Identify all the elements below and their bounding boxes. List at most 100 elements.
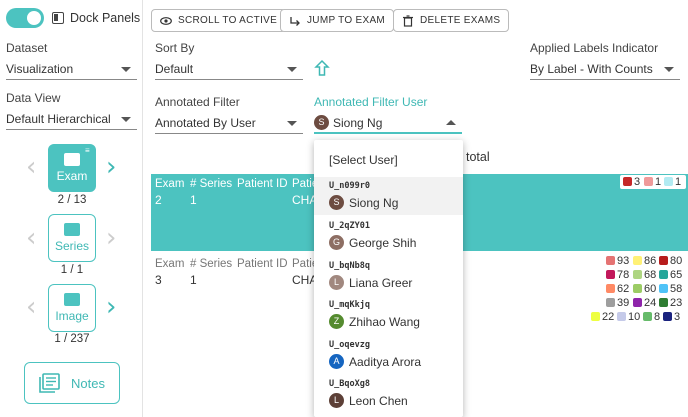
select-user-placeholder: [Select User]	[329, 153, 398, 167]
select-underline	[155, 79, 303, 80]
dropdown-option-user[interactable]: U_n099r0 S Siong Ng	[314, 177, 463, 215]
sort-by-value: Default	[155, 62, 194, 76]
avatar: S	[329, 195, 344, 210]
header-patient-id: Patient ID	[237, 258, 288, 270]
exam-card-icon	[64, 153, 80, 166]
avatar: G	[329, 235, 344, 250]
dataview-select[interactable]: Default Hierarchical	[6, 108, 137, 130]
delete-exams-button[interactable]: DELETE EXAMS	[393, 9, 510, 32]
label-swatch	[633, 270, 642, 279]
label-swatch	[659, 256, 668, 265]
label-swatch	[644, 177, 653, 186]
select-underline-focused	[314, 132, 462, 134]
annotated-filter-select[interactable]: Annotated By User	[155, 112, 303, 134]
label-swatch	[623, 177, 632, 186]
dropdown-option-user[interactable]: U_BqoXg8 L Leon Chen	[314, 375, 463, 415]
avatar: Z	[329, 314, 344, 329]
avatar: L	[329, 275, 344, 290]
user-dropdown-menu: [Select User] U_n099r0 S Siong Ng U_2qZY…	[314, 140, 463, 417]
dropdown-option-user[interactable]: U_2qZY01 G George Shih	[314, 217, 463, 255]
label-count: 62	[617, 283, 630, 295]
trash-icon	[403, 15, 413, 27]
label-swatch	[643, 312, 652, 321]
series-tile-label: Series	[54, 239, 89, 253]
label-counts-row-1: 3 1 1	[620, 175, 686, 189]
eye-icon	[160, 17, 172, 25]
notes-icon	[39, 373, 60, 393]
notes-button[interactable]: Notes	[24, 362, 120, 404]
label-count: 1	[675, 176, 682, 188]
label-count: 68	[644, 269, 657, 281]
label-count: 58	[670, 283, 683, 295]
label-swatch	[606, 298, 615, 307]
cell-exam: 3	[155, 273, 162, 287]
jump-to-exam-label: JUMP TO EXAM	[307, 15, 386, 26]
dataview-label: Data View	[6, 91, 61, 105]
next-exam-button[interactable]: ›	[106, 154, 116, 180]
dataview-value: Default Hierarchical	[6, 112, 111, 126]
label-count: 39	[617, 297, 630, 309]
label-swatch	[659, 270, 668, 279]
header-series: # Series	[190, 178, 233, 190]
user-id: U_2qZY01	[329, 221, 370, 231]
scroll-to-active-button[interactable]: SCROLL TO ACTIVE	[151, 9, 287, 32]
label-count: 65	[670, 269, 683, 281]
applied-labels-select[interactable]: By Label - With Counts	[530, 58, 680, 80]
select-underline	[530, 79, 680, 80]
cell-series: 1	[190, 273, 197, 287]
user-name: Leon Chen	[349, 394, 408, 408]
label-swatch	[633, 256, 642, 265]
annotated-filter-user-value: Siong Ng	[333, 116, 383, 130]
annotated-filter-user-label: Annotated Filter User	[314, 95, 428, 109]
scroll-to-active-label: SCROLL TO ACTIVE	[178, 15, 278, 26]
dock-panels-toggle[interactable]	[6, 8, 44, 28]
dropdown-option-user[interactable]: U_mqKkjq Z Zhihao Wang	[314, 296, 463, 334]
label-swatch	[591, 312, 600, 321]
series-count: 1 / 1	[60, 264, 84, 276]
jump-to-exam-button[interactable]: JUMP TO EXAM	[280, 9, 395, 32]
label-swatch	[606, 256, 615, 265]
chevron-down-icon	[664, 67, 674, 72]
prev-image-button[interactable]: ‹	[26, 294, 36, 320]
label-count: 3	[674, 311, 681, 323]
label-count: 93	[617, 255, 630, 267]
label-count: 24	[644, 297, 657, 309]
label-count: 60	[644, 283, 657, 295]
total-text: total	[466, 150, 490, 164]
chevron-down-icon	[287, 67, 297, 72]
label-swatch	[633, 284, 642, 293]
user-name: Zhihao Wang	[349, 315, 420, 329]
label-count: 86	[644, 255, 657, 267]
label-count: 23	[670, 297, 683, 309]
annotated-filter-value: Annotated By User	[155, 116, 256, 130]
dropdown-option-user[interactable]: U_oqevzg A Aaditya Arora	[314, 336, 463, 374]
label-count: 22	[602, 311, 615, 323]
label-count: 8	[654, 311, 661, 323]
select-underline	[6, 129, 137, 130]
sort-direction-arrow-icon[interactable]	[314, 59, 330, 77]
label-swatch	[659, 298, 668, 307]
prev-exam-button[interactable]: ‹	[26, 154, 36, 180]
prev-series-button[interactable]: ‹	[26, 225, 36, 251]
dropdown-option-user[interactable]: U_bqNb8q L Liana Greer	[314, 257, 463, 295]
annotated-filter-user-select[interactable]: S Siong Ng	[314, 112, 462, 134]
image-count: 1 / 237	[54, 333, 90, 345]
label-swatch	[659, 284, 668, 293]
series-image-icon	[64, 223, 80, 236]
chevron-down-icon	[121, 67, 131, 72]
dataset-value: Visualization	[6, 62, 74, 76]
next-series-button[interactable]: ›	[106, 225, 116, 251]
user-id: U_mqKkjq	[329, 300, 370, 310]
next-image-button[interactable]: ›	[106, 294, 116, 320]
jump-arrow-icon	[290, 17, 300, 26]
applied-labels-label: Applied Labels Indicator	[530, 41, 659, 55]
label-swatch	[663, 312, 672, 321]
avatar: A	[329, 354, 344, 369]
image-tile[interactable]: Image	[48, 284, 96, 332]
annotated-filter-label: Annotated Filter	[155, 95, 240, 109]
sort-by-select[interactable]: Default	[155, 58, 303, 80]
dataset-select[interactable]: Visualization	[6, 58, 137, 80]
dropdown-option-select-user[interactable]: [Select User]	[314, 140, 463, 176]
notes-label: Notes	[71, 376, 105, 391]
series-tile[interactable]: Series	[48, 214, 96, 262]
